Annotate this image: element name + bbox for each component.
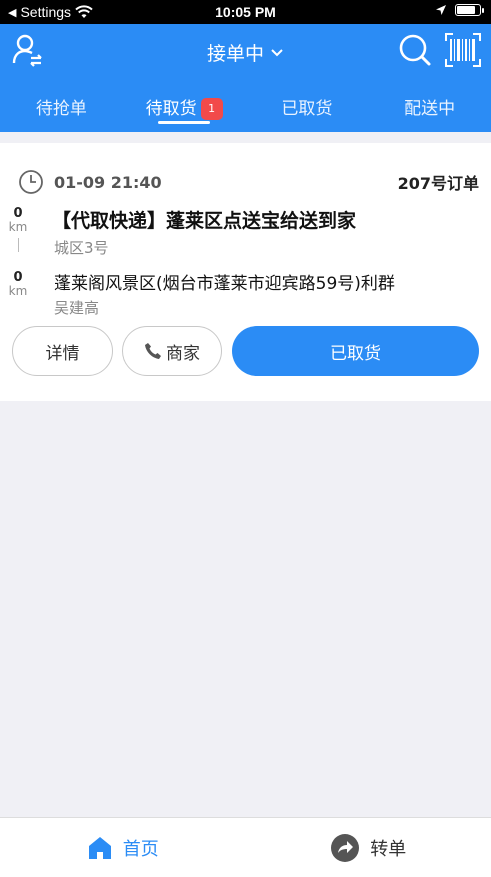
dropoff-name: 吴建高: [54, 299, 100, 317]
tab-waiting-grab[interactable]: 待抢单: [0, 86, 123, 126]
order-status-tabs: 待抢单 待取货 1 已取货 配送中: [0, 86, 491, 126]
distance-value: 0: [13, 206, 23, 221]
phone-icon: [145, 343, 161, 359]
button-label: 已取货: [330, 343, 381, 364]
barcode-scan-icon: [445, 33, 481, 67]
active-tab-indicator: [158, 121, 211, 124]
dropoff-distance: 0 km: [8, 271, 28, 298]
clock-time: 10:05 PM: [215, 4, 276, 20]
button-label: 详情: [45, 343, 80, 364]
nav-label: 转单: [370, 838, 407, 860]
nav-home[interactable]: 首页: [0, 818, 246, 877]
tab-label: 配送中: [404, 99, 456, 119]
pickup-sub: 城区3号: [54, 239, 109, 257]
tab-picked-up[interactable]: 已取货: [246, 86, 369, 126]
battery-icon: [455, 4, 484, 16]
search-button[interactable]: [397, 32, 433, 68]
tab-label: 待抢单: [35, 99, 87, 119]
nav-transfer[interactable]: 转单: [246, 818, 491, 877]
clock-icon: [19, 170, 43, 194]
picked-up-button[interactable]: 已取货: [232, 326, 479, 376]
scan-button[interactable]: [445, 32, 481, 68]
distance-unit: km: [8, 284, 28, 298]
tab-waiting-pickup[interactable]: 待取货 1: [123, 86, 246, 126]
pickup-title: 【代取快递】蓬莱区点送宝给送到家: [52, 210, 357, 232]
count-badge: 1: [200, 98, 223, 120]
merchant-call-button[interactable]: 商家: [122, 326, 222, 376]
button-label: 商家: [166, 343, 200, 364]
route-line: [18, 238, 19, 252]
chevron-down-icon: [271, 48, 283, 56]
order-number: 207号订单: [397, 174, 479, 193]
pickup-distance: 0 km: [8, 207, 28, 234]
tab-label: 已取货: [281, 99, 333, 119]
page-title: 接单中: [206, 43, 264, 65]
order-card[interactable]: 01-09 21:40 207号订单 0 km 【代取快递】蓬莱区点送宝给送到家…: [0, 143, 491, 401]
search-icon: [399, 34, 431, 66]
tab-label: 待取货: [145, 99, 197, 119]
header: 接单中 待抢单 待取货 1 已取货 配送中: [0, 24, 491, 132]
tab-delivering[interactable]: 配送中: [368, 86, 491, 126]
status-bar: ◀ Settings 10:05 PM: [0, 0, 491, 24]
distance-unit: km: [8, 220, 28, 234]
nav-label: 首页: [122, 838, 159, 860]
detail-button[interactable]: 详情: [12, 326, 113, 376]
location-arrow-icon: [436, 5, 446, 15]
order-time: 01-09 21:40: [54, 172, 162, 192]
share-arrow-icon: [331, 833, 360, 862]
bottom-nav: 首页 转单: [0, 817, 491, 877]
dropoff-address: 蓬莱阁风景区(烟台市蓬莱市迎宾路59号)利群: [54, 274, 395, 294]
distance-value: 0: [13, 270, 23, 285]
home-icon: [88, 836, 111, 859]
